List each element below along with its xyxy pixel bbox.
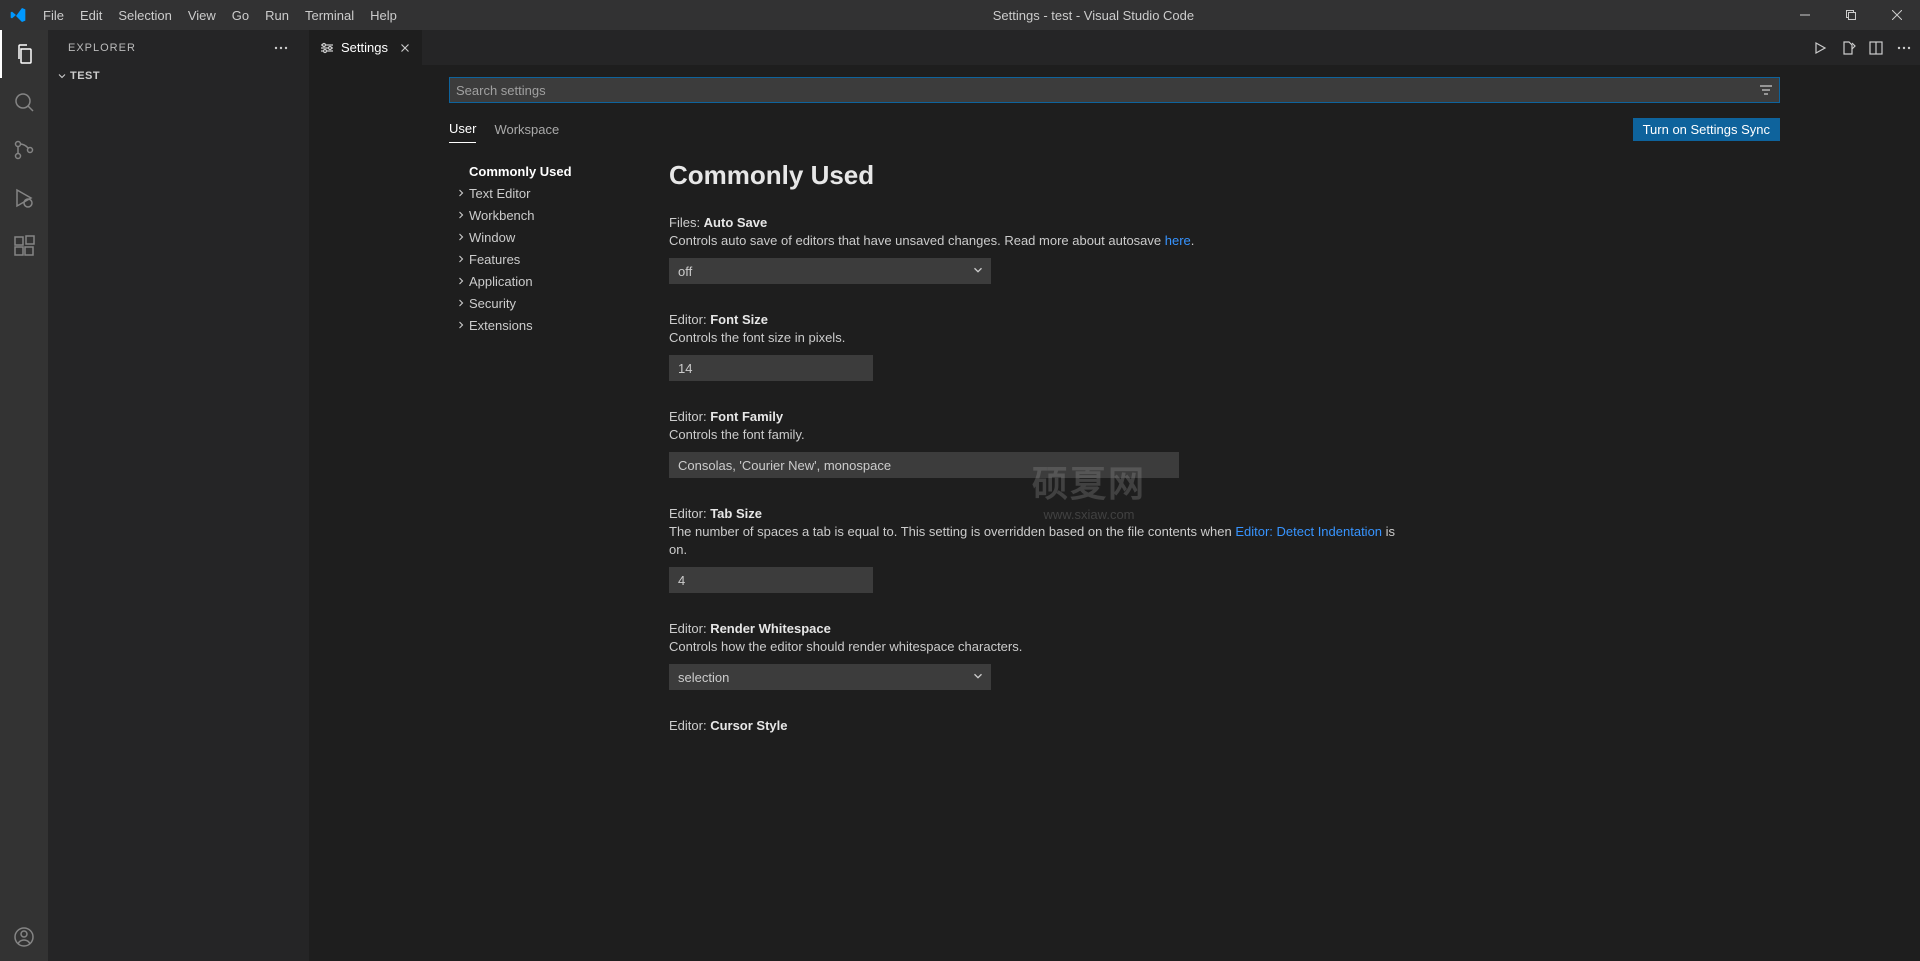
setting-editor-fontsize: Editor: Font Size Controls the font size… (669, 312, 1409, 381)
chevron-right-icon (453, 209, 469, 221)
autosave-select[interactable]: off (669, 258, 991, 284)
explorer-header: EXPLORER (48, 30, 309, 65)
chevron-right-icon (453, 231, 469, 243)
tab-close-icon[interactable] (398, 41, 412, 55)
detect-indentation-link[interactable]: Editor: Detect Indentation (1235, 524, 1382, 539)
explorer-title: EXPLORER (68, 42, 273, 54)
open-settings-json-icon[interactable] (1840, 40, 1856, 56)
folder-label: TEST (70, 70, 100, 82)
menu-view[interactable]: View (180, 0, 224, 30)
tab-label: Settings (341, 40, 388, 55)
settings-icon (319, 40, 335, 56)
chevron-right-icon (453, 319, 469, 331)
split-editor-icon[interactable] (1868, 40, 1884, 56)
menu-bar: File Edit Selection View Go Run Terminal… (35, 0, 405, 30)
menu-file[interactable]: File (35, 0, 72, 30)
toc-text-editor[interactable]: Text Editor (449, 182, 649, 204)
menu-help[interactable]: Help (362, 0, 405, 30)
toc-features[interactable]: Features (449, 248, 649, 270)
tab-settings[interactable]: Settings (309, 30, 423, 65)
activity-run-debug-icon[interactable] (0, 174, 48, 222)
autosave-here-link[interactable]: here (1165, 233, 1191, 248)
settings-scope-tabs: User Workspace Turn on Settings Sync (449, 115, 1780, 144)
editor-area: Settings User Workspace Turn on Settings… (309, 30, 1920, 961)
chevron-right-icon (453, 253, 469, 265)
tabsize-input[interactable] (669, 567, 873, 593)
activity-extensions-icon[interactable] (0, 222, 48, 270)
scope-workspace-tab[interactable]: Workspace (494, 116, 559, 143)
toc-commonly-used[interactable]: Commonly Used (449, 160, 649, 182)
toc-window[interactable]: Window (449, 226, 649, 248)
settings-toc: Commonly Used Text Editor Workbench Wind… (449, 160, 649, 761)
explorer-sidebar: EXPLORER TEST (48, 30, 309, 961)
menu-edit[interactable]: Edit (72, 0, 110, 30)
fontfamily-input[interactable] (669, 452, 1179, 478)
activity-accounts-icon[interactable] (0, 913, 48, 961)
setting-editor-renderwhitespace: Editor: Render Whitespace Controls how t… (669, 621, 1409, 690)
vscode-logo-icon (0, 7, 35, 23)
toc-security[interactable]: Security (449, 292, 649, 314)
chevron-down-icon (54, 70, 70, 82)
setting-editor-cursorstyle: Editor: Cursor Style (669, 718, 1409, 733)
menu-terminal[interactable]: Terminal (297, 0, 362, 30)
minimize-button[interactable] (1782, 0, 1828, 30)
window-title: Settings - test - Visual Studio Code (405, 8, 1782, 23)
maximize-button[interactable] (1828, 0, 1874, 30)
settings-heading: Commonly Used (669, 160, 1780, 191)
activity-explorer-icon[interactable] (0, 30, 48, 78)
settings-list: Commonly Used Files: Auto Save Controls … (669, 160, 1780, 761)
tab-bar: Settings (309, 30, 1920, 65)
settings-editor: User Workspace Turn on Settings Sync Com… (309, 65, 1920, 961)
chevron-right-icon (453, 187, 469, 199)
scope-user-tab[interactable]: User (449, 115, 476, 143)
setting-files-autosave: Files: Auto Save Controls auto save of e… (669, 215, 1409, 284)
menu-selection[interactable]: Selection (110, 0, 179, 30)
chevron-right-icon (453, 275, 469, 287)
explorer-folder-test[interactable]: TEST (52, 65, 305, 87)
window-controls (1782, 0, 1920, 30)
renderwhitespace-select[interactable]: selection (669, 664, 991, 690)
setting-editor-tabsize: Editor: Tab Size The number of spaces a … (669, 506, 1409, 593)
activity-source-control-icon[interactable] (0, 126, 48, 174)
activity-bar (0, 30, 48, 961)
activity-search-icon[interactable] (0, 78, 48, 126)
title-bar: File Edit Selection View Go Run Terminal… (0, 0, 1920, 30)
menu-go[interactable]: Go (224, 0, 257, 30)
toc-workbench[interactable]: Workbench (449, 204, 649, 226)
filter-icon[interactable] (1758, 82, 1774, 98)
toc-application[interactable]: Application (449, 270, 649, 292)
explorer-more-icon[interactable] (273, 40, 289, 56)
fontsize-input[interactable] (669, 355, 873, 381)
settings-search-input[interactable] (449, 77, 1780, 103)
settings-sync-button[interactable]: Turn on Settings Sync (1633, 118, 1780, 141)
setting-editor-fontfamily: Editor: Font Family Controls the font fa… (669, 409, 1409, 478)
chevron-right-icon (453, 297, 469, 309)
close-button[interactable] (1874, 0, 1920, 30)
editor-actions (1812, 30, 1920, 65)
run-icon[interactable] (1812, 40, 1828, 56)
toc-extensions[interactable]: Extensions (449, 314, 649, 336)
more-actions-icon[interactable] (1896, 40, 1912, 56)
menu-run[interactable]: Run (257, 0, 297, 30)
